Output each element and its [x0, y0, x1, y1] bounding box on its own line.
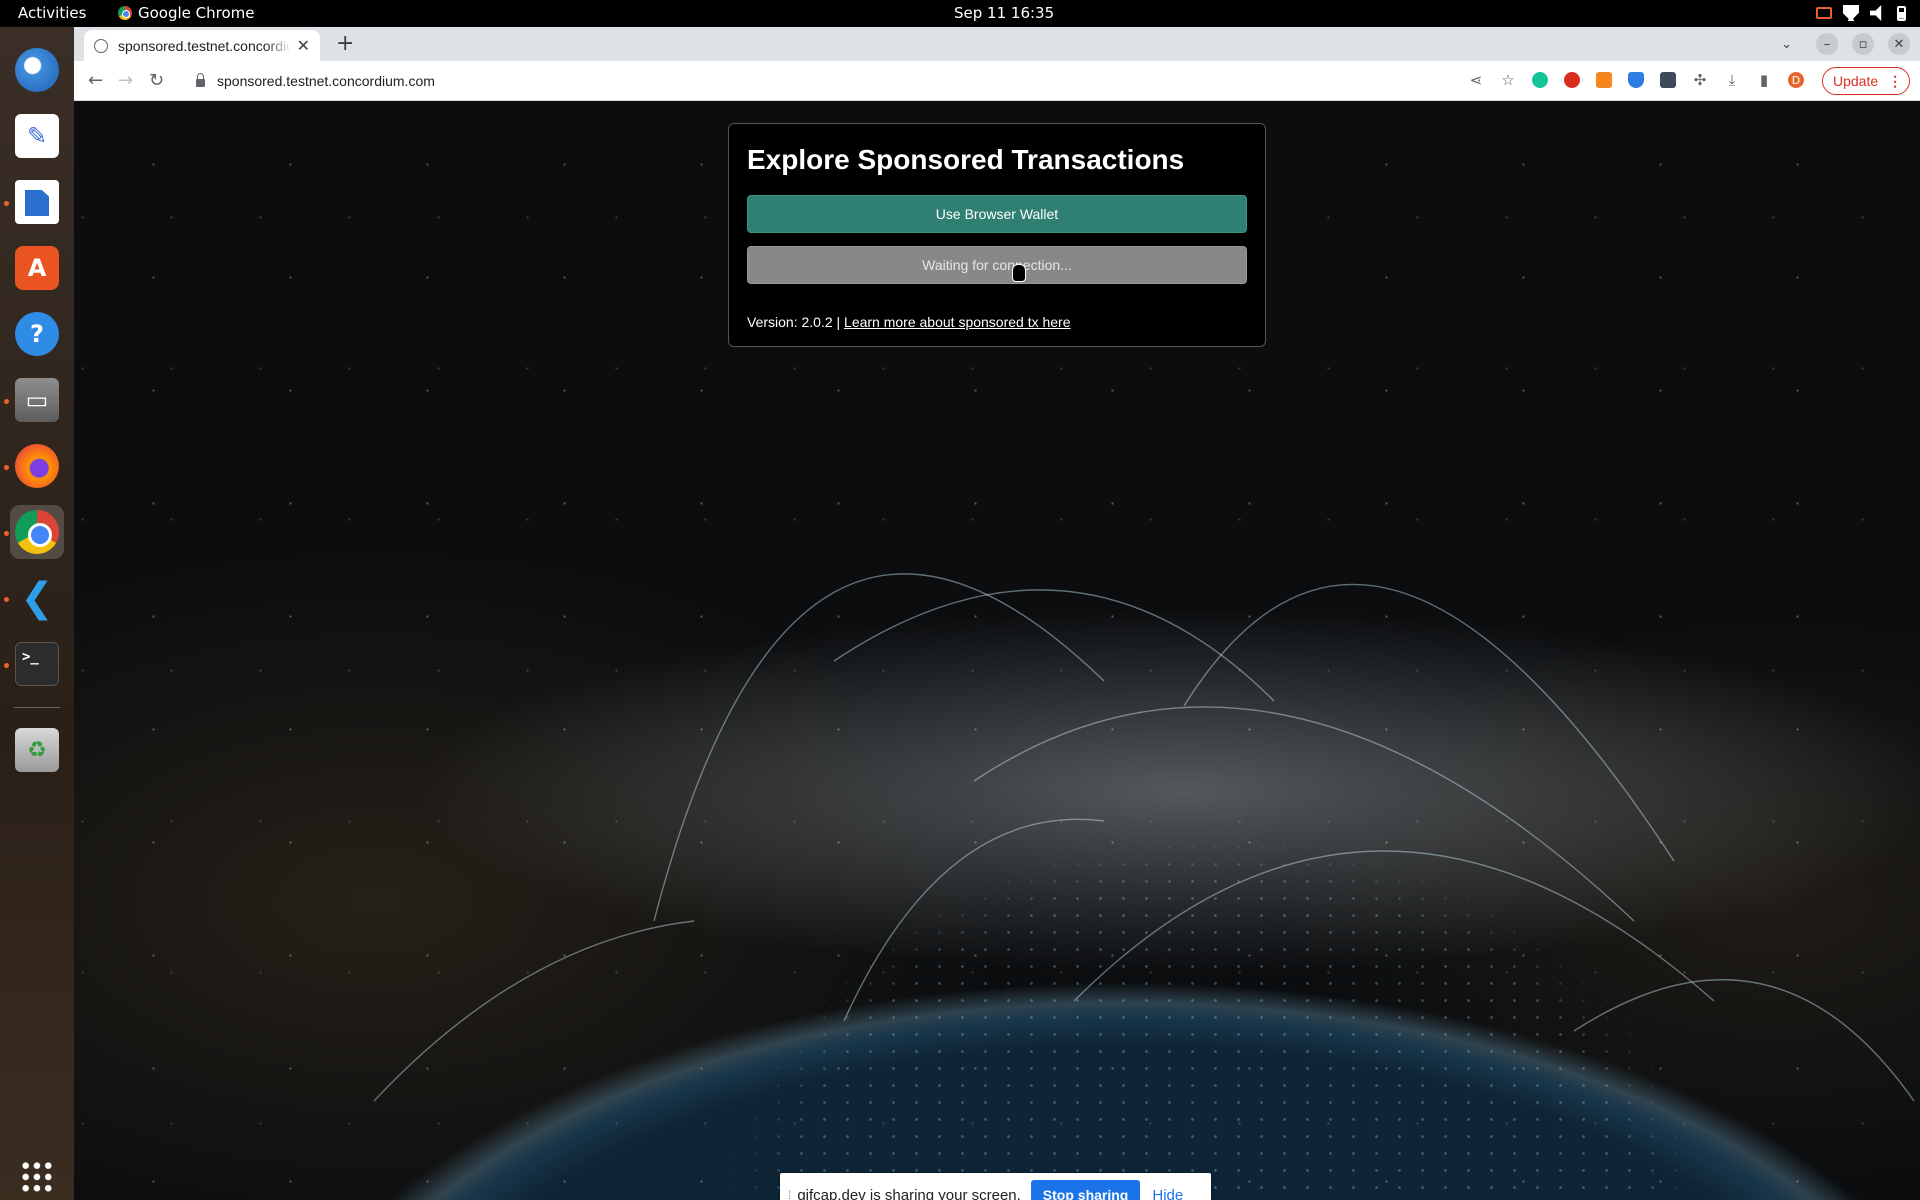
toolbar-actions: ⋖ ☆ ✣ ⤓ ▮ D [1466, 70, 1806, 90]
dock-firefox[interactable] [10, 439, 64, 493]
extension-grammarly-icon[interactable] [1530, 70, 1550, 90]
software-store-icon: A [15, 246, 59, 290]
new-tab-button[interactable]: + [336, 31, 354, 56]
activities-button[interactable]: Activities [18, 4, 86, 22]
show-apps-icon[interactable] [20, 1160, 54, 1194]
browser-window: sponsored.testnet.concordium.com ✕ + ⌄ –… [74, 27, 1920, 1200]
chrome-icon [15, 510, 59, 554]
running-indicator [4, 465, 9, 470]
update-label: Update [1833, 73, 1879, 89]
files-icon: ▭ [15, 378, 59, 422]
system-top-bar: Activities Google Chrome Sep 11 16:35 [0, 0, 1920, 27]
dock-trash[interactable]: ♻ [10, 723, 64, 777]
volume-icon[interactable] [1870, 5, 1882, 21]
update-button[interactable]: Update ⋮ [1822, 67, 1910, 95]
app-menu[interactable]: Google Chrome [118, 4, 255, 22]
running-indicator [4, 201, 9, 206]
use-browser-wallet-button[interactable]: Use Browser Wallet [747, 195, 1247, 233]
stop-sharing-button[interactable]: Stop sharing [1030, 1180, 1141, 1200]
clock[interactable]: Sep 11 16:35 [954, 4, 1054, 22]
share-message: gifcap.dev is sharing your screen. [797, 1186, 1021, 1200]
extension-metamask-icon[interactable] [1594, 70, 1614, 90]
running-indicator [4, 531, 9, 536]
minimize-button[interactable]: – [1816, 33, 1838, 55]
wifi-icon[interactable] [1843, 5, 1859, 21]
dock-help[interactable]: ? [10, 307, 64, 361]
waiting-connection-button: Waiting for connection... [747, 246, 1247, 284]
maximize-button[interactable]: ▫ [1852, 33, 1874, 55]
text-editor-icon: ✎ [15, 114, 59, 158]
dock-vscode[interactable]: ❮ [10, 571, 64, 625]
app-menu-label: Google Chrome [138, 4, 255, 22]
dock-writer[interactable] [10, 175, 64, 229]
hide-link[interactable]: Hide [1152, 1187, 1183, 1200]
mouse-cursor-icon [1012, 264, 1026, 282]
tab-search-icon[interactable]: ⌄ [1781, 37, 1792, 52]
profile-avatar[interactable]: D [1786, 70, 1806, 90]
dock-separator [14, 707, 60, 708]
browser-toolbar: ← → ↻ sponsored.testnet.concordium.com ⋖… [74, 61, 1920, 101]
downloads-icon[interactable]: ⤓ [1722, 70, 1742, 90]
extension-red-icon[interactable] [1562, 70, 1582, 90]
learn-more-link[interactable]: Learn more about sponsored tx here [844, 314, 1070, 330]
firefox-icon [15, 444, 59, 488]
bookmark-star-icon[interactable]: ☆ [1498, 70, 1518, 90]
address-bar[interactable]: sponsored.testnet.concordium.com [184, 65, 1544, 97]
back-icon[interactable]: ← [88, 70, 103, 91]
dock-text-editor[interactable]: ✎ [10, 109, 64, 163]
thunderbird-icon [15, 48, 59, 92]
close-tab-icon[interactable]: ✕ [297, 36, 310, 55]
running-indicator [4, 597, 9, 602]
battery-icon[interactable] [1897, 5, 1906, 21]
close-window-button[interactable]: ✕ [1888, 33, 1910, 55]
extension-concordium-icon[interactable] [1658, 70, 1678, 90]
chrome-icon [118, 6, 132, 20]
screen-share-bar: ⁞ gifcap.dev is sharing your screen. Sto… [780, 1173, 1211, 1200]
window-controls: ⌄ – ▫ ✕ [1781, 33, 1920, 55]
screen-share-indicator-icon[interactable] [1816, 7, 1832, 19]
side-panel-icon[interactable]: ▮ [1754, 70, 1774, 90]
dock-terminal[interactable]: >_ [10, 637, 64, 691]
help-icon: ? [15, 312, 59, 356]
dock-files[interactable]: ▭ [10, 373, 64, 427]
lock-icon[interactable] [196, 73, 205, 87]
url-text[interactable]: sponsored.testnet.concordium.com [217, 73, 435, 89]
running-indicator [4, 663, 9, 668]
page-viewport: Explore Sponsored Transactions Use Brows… [74, 101, 1920, 1200]
dock-software[interactable]: A [10, 241, 64, 295]
extension-shield-icon[interactable] [1626, 70, 1646, 90]
version-line: Version: 2.0.2 | Learn more about sponso… [747, 314, 1247, 330]
system-tray[interactable] [1816, 5, 1906, 21]
page-title: Explore Sponsored Transactions [747, 144, 1185, 175]
forward-icon[interactable]: → [118, 70, 133, 91]
menu-kebab-icon: ⋮ [1888, 72, 1903, 89]
trash-icon: ♻ [15, 728, 59, 772]
globe-icon [94, 38, 108, 53]
share-icon[interactable]: ⋖ [1466, 70, 1486, 90]
version-text: Version: 2.0.2 | [747, 314, 841, 330]
tab-strip: sponsored.testnet.concordium.com ✕ + ⌄ –… [74, 27, 1920, 61]
running-indicator [4, 399, 9, 404]
extensions-puzzle-icon[interactable]: ✣ [1690, 70, 1710, 90]
dock-thunderbird[interactable] [10, 43, 64, 97]
writer-icon [15, 180, 59, 224]
reload-icon[interactable]: ↻ [149, 70, 164, 91]
tab-active[interactable]: sponsored.testnet.concordium.com ✕ [84, 30, 320, 61]
terminal-icon: >_ [15, 642, 59, 686]
sponsored-tx-card: Explore Sponsored Transactions Use Brows… [728, 123, 1266, 347]
dock: ✎ A ? ▭ ❮ >_ ♻ [0, 27, 74, 1200]
drag-handle-icon[interactable]: ⁞ [788, 1188, 791, 1200]
vscode-icon: ❮ [20, 575, 54, 621]
tab-title: sponsored.testnet.concordium.com [118, 37, 291, 54]
dock-chrome[interactable] [10, 505, 64, 559]
